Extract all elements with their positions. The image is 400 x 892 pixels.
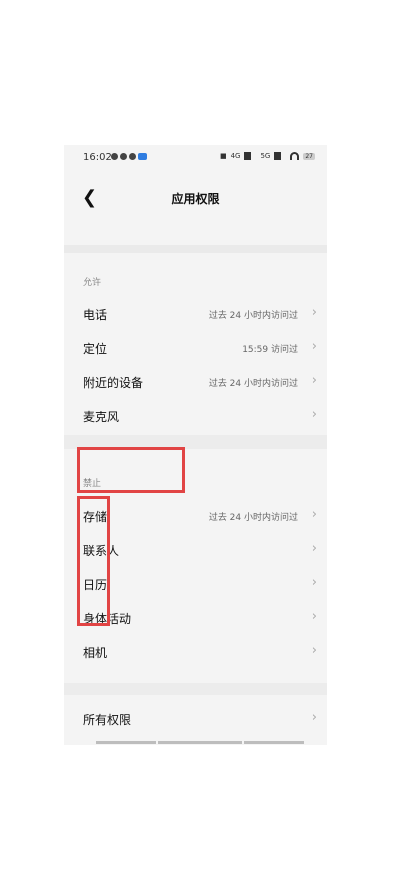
nav-hint-bar [158, 741, 242, 744]
permission-access-info: 过去 24 小时内访问过 [208, 311, 298, 321]
battery-icon: 27 [303, 152, 315, 160]
chevron-right-icon: › [311, 575, 317, 590]
network-2-label: 5G [260, 152, 271, 160]
permission-row-location[interactable]: 定位 15:59 访问过 › [64, 331, 327, 365]
section-allowed-label: 允许 [83, 278, 102, 288]
permission-label: 电话 [83, 308, 108, 322]
chevron-right-icon: › [311, 643, 317, 658]
signal-1-icon [244, 152, 257, 160]
permission-label: 定位 [83, 342, 108, 356]
status-time: 16:02 [83, 152, 112, 163]
screen: 16:02 ■ 4G 5G 27 ❮ 应用权限 允许 电话 过去 24 小时内访… [64, 145, 327, 745]
mute-icon: ■ [219, 152, 227, 160]
wifi-icon [290, 152, 300, 160]
permission-row-phone[interactable]: 电话 过去 24 小时内访问过 › [64, 297, 327, 331]
permission-access-info: 过去 24 小时内访问过 [208, 513, 298, 523]
permission-label: 麦克风 [83, 410, 120, 424]
chevron-right-icon: › [311, 407, 317, 422]
chevron-right-icon: › [311, 373, 317, 388]
app-notification-icon [138, 153, 147, 160]
chevron-right-icon: › [311, 710, 317, 725]
nav-hint-bar [96, 741, 156, 744]
sync-icon [129, 153, 136, 160]
signal-2-icon [274, 152, 287, 160]
nav-hint-bar [244, 741, 304, 744]
close-notification-icon [111, 153, 118, 160]
permission-access-info: 15:59 访问过 [242, 345, 298, 355]
status-bar: 16:02 ■ 4G 5G 27 [64, 145, 327, 171]
permission-row-microphone[interactable]: 麦克风 › [64, 399, 327, 433]
status-indicators: ■ 4G 5G 27 [220, 152, 315, 160]
permission-label: 附近的设备 [83, 376, 144, 390]
chevron-right-icon: › [311, 541, 317, 556]
chevron-right-icon: › [311, 507, 317, 522]
permission-access-info: 过去 24 小时内访问过 [208, 379, 298, 389]
divider [64, 245, 327, 253]
chevron-right-icon: › [311, 609, 317, 624]
notification-icons [111, 153, 147, 160]
chevron-right-icon: › [311, 305, 317, 320]
all-permissions-row[interactable]: 所有权限 › [64, 702, 327, 736]
permission-row-camera[interactable]: 相机 › [64, 635, 327, 669]
page-header: ❮ 应用权限 [64, 171, 327, 225]
permission-label: 相机 [83, 646, 108, 660]
chevron-right-icon: › [311, 339, 317, 354]
chat-icon [120, 153, 127, 160]
highlight-box-denied-section [77, 447, 185, 493]
section-divider [64, 683, 327, 695]
all-permissions-label: 所有权限 [83, 713, 132, 727]
page-title: 应用权限 [171, 192, 220, 206]
network-1-label: 4G [230, 152, 241, 160]
highlight-box-denied-items [77, 496, 110, 626]
permission-row-nearby-devices[interactable]: 附近的设备 过去 24 小时内访问过 › [64, 365, 327, 399]
